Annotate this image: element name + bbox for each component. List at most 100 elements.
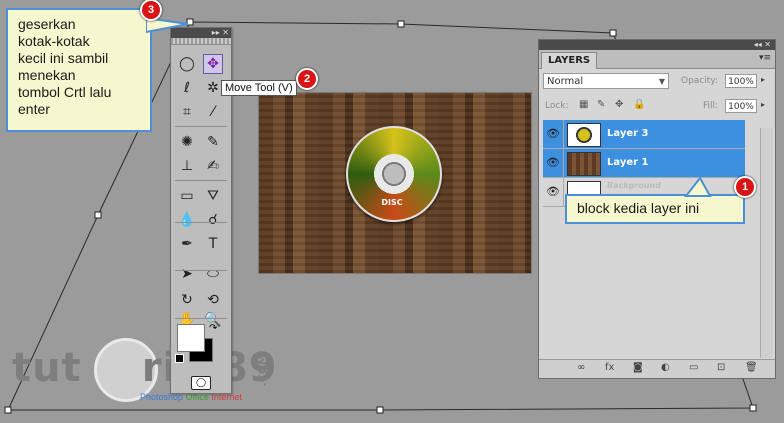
eye-icon[interactable]: 👁 [543, 120, 564, 148]
tools-panel-grip[interactable] [171, 38, 231, 45]
move-tool[interactable]: ✥ [203, 54, 223, 74]
fill-field[interactable]: 100% [725, 99, 757, 113]
lock-all-icon[interactable]: 🔒 [633, 99, 645, 110]
pen-icon: ✒ [181, 236, 193, 252]
marquee-icon: ◯ [179, 56, 195, 72]
tab-layers[interactable]: LAYERS [541, 52, 598, 69]
lasso-icon: ℓ [184, 80, 190, 96]
path-selection-tool[interactable]: ➤ [177, 264, 197, 284]
brush-tool[interactable]: ✎ [203, 132, 223, 152]
fill-label: Fill: [703, 101, 719, 111]
shape-tool[interactable]: ⬭ [203, 264, 223, 284]
tools-separator [175, 222, 227, 223]
fill-arrow-icon[interactable]: ▸ [761, 100, 765, 109]
3d-rotate-tool[interactable]: ↻ [177, 290, 197, 310]
layers-footer: ∞ fx ◙ ◐ ▭ ⊡ 🗑 [539, 359, 775, 378]
blur-icon: 💧 [178, 212, 196, 228]
pen-tool[interactable]: ✒ [177, 234, 197, 254]
layer-thumbnail [567, 123, 601, 147]
eye-icon[interactable]: 👁 [543, 178, 564, 206]
layer-name: Layer 3 [607, 128, 649, 139]
default-colors-icon[interactable] [175, 354, 184, 363]
crop-tool[interactable]: ⌗ [177, 102, 197, 122]
eraser-tool[interactable]: ▭ [177, 186, 197, 206]
callout-step3-line: tombol Crtl lalu [18, 84, 112, 100]
3d-rotate-icon: ↻ [181, 292, 193, 308]
eye-icon[interactable]: 👁 [543, 149, 564, 177]
brush-icon: ✎ [207, 134, 219, 150]
paint-bucket-icon: ⛛ [207, 188, 219, 204]
lasso-tool[interactable]: ℓ [177, 78, 197, 98]
transform-handle-top-middle[interactable] [397, 20, 405, 28]
opacity-label: Opacity: [681, 76, 718, 86]
trash-icon[interactable]: 🗑 [745, 362, 758, 373]
callout-step3: geserkan kotak-kotak kecil ini sambil menek… [6, 8, 152, 132]
new-layer-icon[interactable]: ⊡ [717, 362, 725, 373]
folder-icon[interactable]: ▭ [689, 362, 698, 373]
shape-icon: ⬭ [207, 266, 219, 282]
type-icon: T [208, 236, 218, 252]
type-tool[interactable]: T [203, 234, 223, 254]
step-badge-1: 1 [734, 176, 756, 198]
foreground-color-swatch[interactable] [177, 324, 205, 352]
blend-mode-value: Normal [547, 76, 584, 87]
panel-menu-icon[interactable]: ▾≡ [759, 53, 771, 63]
blur-tool[interactable]: 💧 [177, 210, 197, 230]
layer-row[interactable]: 👁 Layer 3 [543, 120, 745, 149]
swap-colors-icon[interactable]: ↷ [209, 323, 217, 334]
clone-stamp-tool[interactable]: ⊥ [177, 156, 197, 176]
callout-step1: block kedia layer ini [565, 194, 745, 224]
paint-bucket-tool[interactable]: ⛛ [203, 186, 223, 206]
dodge-icon: ☌ [208, 212, 218, 228]
layer-thumbnail [567, 152, 601, 176]
transform-handle-bottom-left[interactable] [4, 406, 12, 414]
layers-panel-tabrow: LAYERS ▾≡ [539, 50, 775, 69]
quick-mask-icon[interactable]: ◯ [191, 376, 211, 390]
callout-step3-text: geserkan kotak-kotak kecil ini sambil menek… [18, 16, 111, 118]
3d-orbit-tool[interactable]: ⟲ [203, 290, 223, 310]
opacity-arrow-icon[interactable]: ▸ [761, 75, 765, 84]
layers-panel-topbar[interactable]: ◂◂ ✕ [539, 40, 775, 50]
adjustment-icon[interactable]: ◐ [661, 362, 670, 373]
lock-position-icon[interactable]: ✥ [615, 99, 623, 110]
link-icon[interactable]: ∞ [577, 362, 585, 373]
move-icon: ✥ [207, 56, 219, 72]
callout-step1-pointer [684, 176, 712, 197]
tools-separator [175, 180, 227, 181]
cd-disc-image [346, 126, 442, 222]
history-brush-icon: ✍ [207, 158, 219, 174]
lock-image-icon[interactable]: ✎ [597, 99, 605, 110]
callout-step3-line: kecil ini sambil [18, 50, 109, 66]
callout-step3-line: menekan [18, 67, 76, 83]
transform-handle-middle-left[interactable] [94, 211, 102, 219]
lock-transparent-icon[interactable]: ▦ [579, 99, 588, 110]
healing-brush-icon: ✺ [181, 134, 193, 150]
callout-step3-line: enter [18, 101, 50, 117]
lock-label: Lock: [545, 101, 569, 111]
healing-brush-tool[interactable]: ✺ [177, 132, 197, 152]
transform-handle-bottom-right[interactable] [749, 404, 757, 412]
transform-handle-bottom-middle[interactable] [376, 406, 384, 414]
fx-icon[interactable]: fx [605, 362, 614, 373]
blend-mode-select[interactable]: Normal ▼ [543, 73, 669, 89]
callout-step3-line: geserkan [18, 16, 76, 32]
tools-separator [175, 270, 227, 271]
callout-step3-line: kotak-kotak [18, 33, 90, 49]
layers-scrollbar[interactable] [760, 128, 773, 358]
eyedropper-icon: ⁄ [211, 104, 215, 120]
dodge-tool[interactable]: ☌ [203, 210, 223, 230]
history-brush-tool[interactable]: ✍ [203, 156, 223, 176]
chevron-down-icon: ▼ [658, 77, 665, 86]
3d-orbit-icon: ⟲ [207, 292, 219, 308]
magic-wand-tool[interactable]: ✲ [203, 78, 223, 98]
step-badge-2: 2 [296, 68, 318, 90]
watermark-text-left: tut [12, 345, 82, 391]
marquee-tool[interactable]: ◯ [177, 54, 197, 74]
transform-handle-top-right[interactable] [609, 29, 617, 37]
eyedropper-tool[interactable]: ⁄ [203, 102, 223, 122]
watermark-com: .COM [256, 354, 269, 387]
opacity-field[interactable]: 100% [725, 74, 757, 88]
watermark-logo: tutrial89 [12, 345, 278, 391]
crop-icon: ⌗ [183, 104, 191, 120]
mask-icon[interactable]: ◙ [633, 362, 643, 373]
